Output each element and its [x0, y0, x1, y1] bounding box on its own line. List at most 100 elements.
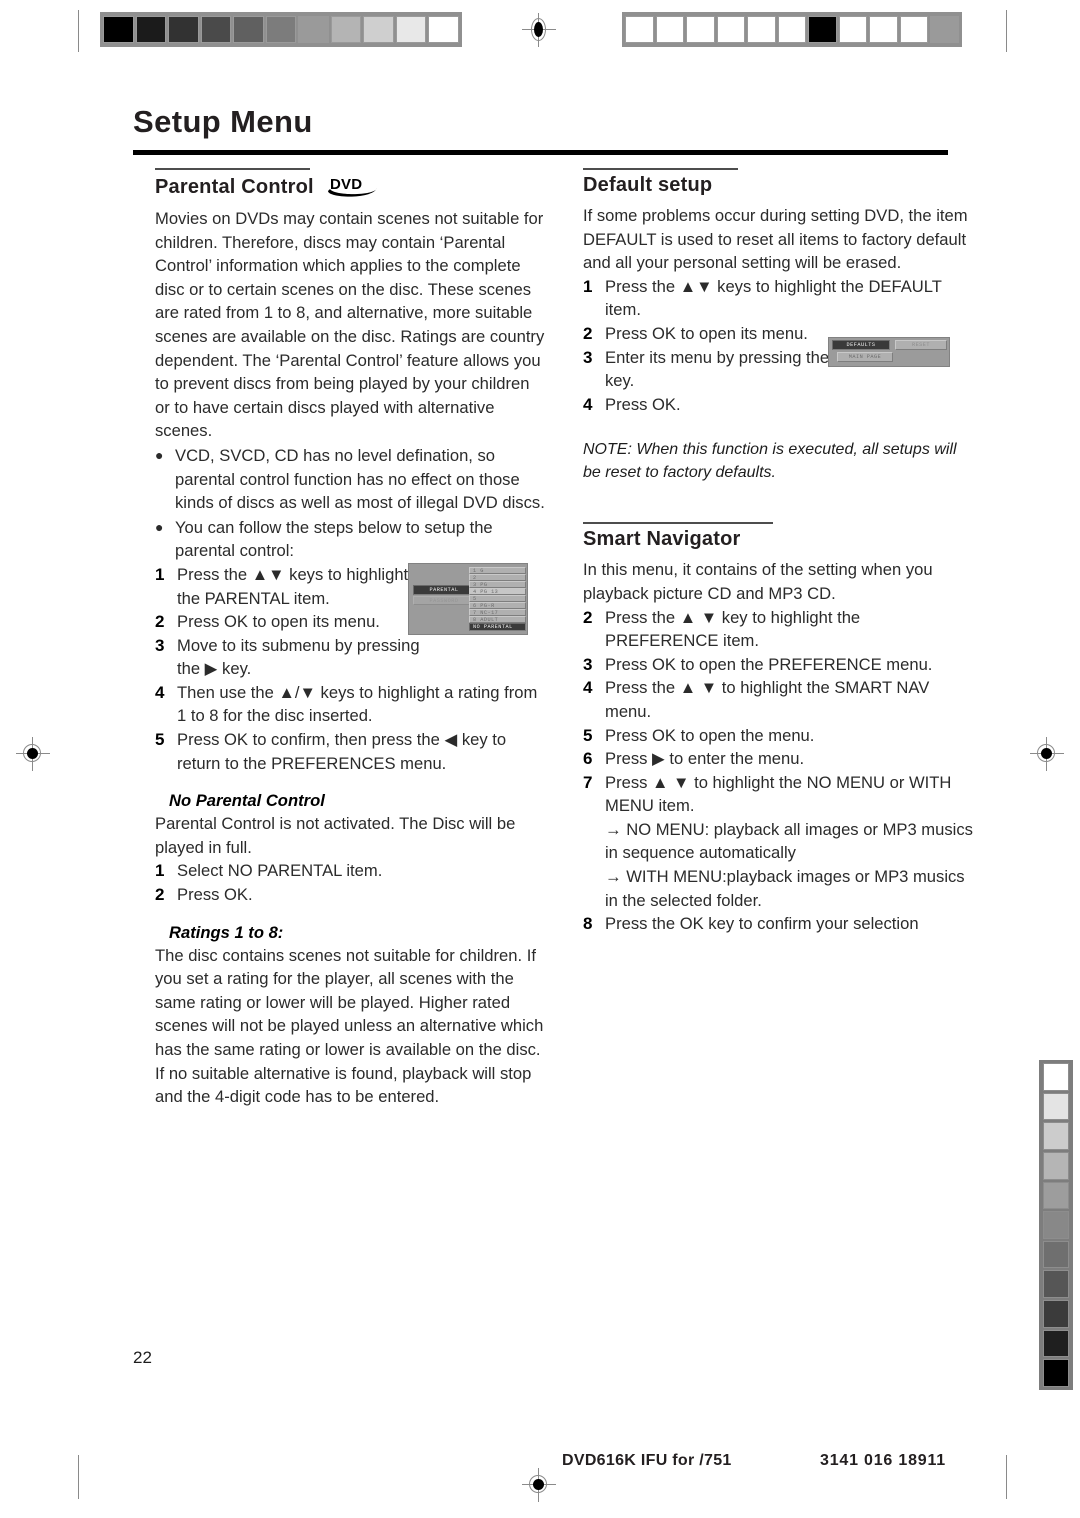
parental-step-3: 3 Move to its submenu by pressing the ▶ … [155, 634, 545, 681]
step-text: Press OK to open its menu. [177, 612, 380, 632]
osd-ghost-password-item: PASSWORD [413, 596, 475, 605]
no-parental-step-2: 2 Press OK. [155, 883, 545, 907]
parental-step-4: 4 Then use the ▲/▼ keys to highlight a r… [155, 681, 545, 728]
bullet-item-label: VCD, SVCD, CD has no level defination, s… [175, 445, 545, 513]
step-number: 1 [155, 564, 165, 584]
section-heading-default-setup: Default setup [583, 174, 973, 197]
grayscale-swatch [716, 16, 746, 43]
grayscale-swatch [930, 16, 960, 43]
left-column: Parental Control DVD Movies on DVDs may … [155, 168, 545, 1109]
step-number: 4 [583, 678, 593, 698]
grayscale-swatch [686, 16, 715, 43]
grayscale-wedge-top-right [622, 12, 962, 47]
grayscale-swatch [899, 16, 929, 43]
step-text: Press OK to open the menu. [605, 725, 815, 745]
step-text: Press OK to open its menu. [605, 323, 808, 343]
grayscale-swatch [428, 16, 460, 43]
grayscale-swatch [363, 16, 394, 43]
svg-text:DVD: DVD [330, 176, 362, 193]
step-number: 3 [155, 635, 165, 655]
step-text: Press ▲ ▼ to highlight the NO MENU or WI… [605, 772, 952, 816]
smart-nav-arrow-no-menu: → NO MENU: playback all images or MP3 mu… [605, 819, 973, 863]
smart-nav-step-2: 2 Press the ▲ ▼ key to highlight the PRE… [583, 606, 973, 653]
grayscale-swatch [1043, 1181, 1069, 1210]
grayscale-swatch [838, 16, 868, 43]
step-number: 1 [583, 276, 593, 296]
step-number: 4 [583, 394, 593, 414]
section-divider-parental [155, 168, 310, 170]
parental-intro-paragraph: Movies on DVDs may contain scenes not su… [155, 209, 545, 441]
grayscale-swatch [1043, 1240, 1069, 1269]
step-text: Press OK. [605, 394, 681, 414]
grayscale-swatch [1043, 1329, 1069, 1358]
page-title: Setup Menu [133, 104, 313, 139]
bullet-item-label: You can follow the steps below to setup … [175, 517, 493, 561]
grayscale-swatch [103, 16, 134, 43]
smart-navigator-paragraph: In this menu, it contains of the setting… [583, 560, 933, 603]
parental-step-5: 5 Press OK to confirm, then press the ◀ … [155, 728, 545, 775]
grayscale-swatch [808, 16, 837, 43]
smart-nav-step-5: 5 Press OK to open the menu. [583, 724, 973, 748]
grayscale-swatch [395, 16, 427, 43]
bullet-dot-icon: ● [155, 518, 164, 535]
no-parental-step-1: 1 Select NO PARENTAL item. [155, 859, 545, 883]
osd-rating-item: 2 [469, 574, 526, 581]
grayscale-swatch [625, 16, 654, 43]
title-divider [133, 150, 948, 155]
grayscale-swatch [135, 16, 167, 43]
registration-mark-right [1030, 737, 1064, 771]
no-parental-paragraph: Parental Control is not activated. The D… [155, 814, 516, 857]
grayscale-swatch [1043, 1359, 1069, 1388]
osd-parental-menu-screenshot: PARENTAL PASSWORD 1 G 2 3 PG 4 PG 13 5 6… [408, 563, 528, 635]
grayscale-swatch [1043, 1092, 1069, 1121]
subheading-no-parental-control: No Parental Control [169, 791, 325, 811]
grayscale-swatch [298, 16, 329, 43]
section-divider-smart-navigator [583, 522, 773, 525]
smart-nav-step-6: 6 Press ▶ to enter the menu. [583, 747, 973, 771]
default-setup-note: NOTE: When this function is executed, al… [583, 441, 957, 482]
footer-document-code: DVD616K IFU for /751 [562, 1452, 732, 1469]
step-text: Press the ▲ ▼ to highlight the SMART NAV… [605, 678, 930, 721]
crop-line-bottom-right [1006, 1455, 1007, 1499]
step-text: Press OK. [177, 885, 253, 905]
step-text: Enter its menu by pressing the ▶ key. [605, 347, 847, 391]
dvd-logo-icon: DVD [322, 174, 380, 200]
step-text: Press the OK key to confirm your selecti… [605, 914, 919, 934]
section-heading-parental-control: Parental Control DVD [155, 174, 545, 200]
default-setup-step-4: 4 Press OK. [583, 393, 973, 417]
section-heading-label: Smart Navigator [583, 528, 741, 551]
osd-rating-item: 8 ADULT [469, 616, 526, 623]
grayscale-swatch [1043, 1122, 1069, 1150]
osd-rating-item-highlighted: 4 PG 13 [469, 588, 526, 595]
bullet-item-vcd: ● VCD, SVCD, CD has no level defination,… [155, 444, 545, 515]
section-heading-label: Parental Control [155, 175, 314, 198]
grayscale-swatch [777, 16, 807, 43]
step-number: 5 [583, 725, 593, 745]
osd-main-page-tab: MAIN PAGE [837, 352, 893, 362]
step-text: Press the ▲ ▼ key to highlight the PREFE… [605, 607, 861, 651]
grayscale-swatch [1043, 1300, 1069, 1328]
grayscale-swatch [330, 16, 362, 43]
subheading-ratings: Ratings 1 to 8: [169, 922, 284, 942]
section-heading-smart-navigator: Smart Navigator [583, 528, 973, 551]
osd-defaults-tab: DEFAULTS [832, 340, 890, 350]
smart-nav-step-7: 7 Press ▲ ▼ to highlight the NO MENU or … [583, 771, 973, 818]
grayscale-swatch [655, 16, 685, 43]
grayscale-wedge-right [1039, 1060, 1073, 1390]
osd-rating-item-no-parental: NO PARENTAL [469, 623, 526, 631]
osd-rating-item: 6 PG-R [469, 602, 526, 609]
grayscale-swatch [233, 16, 264, 43]
bullet-item-steps-intro: ● You can follow the steps below to setu… [155, 516, 545, 563]
step-number: 4 [155, 682, 165, 702]
smart-nav-step-3: 3 Press OK to open the PREFERENCE menu. [583, 653, 973, 677]
registration-mark-left [16, 737, 50, 771]
grayscale-swatch [1043, 1211, 1069, 1239]
grayscale-wedge-top-left [100, 12, 462, 47]
page-number: 22 [133, 1348, 152, 1367]
osd-rating-item: 5 [469, 595, 526, 602]
step-number: 6 [583, 749, 593, 769]
registration-mark-bottom [522, 1468, 556, 1502]
grayscale-swatch [168, 16, 199, 43]
step-number: 2 [583, 323, 593, 343]
grayscale-swatch [1043, 1151, 1069, 1180]
